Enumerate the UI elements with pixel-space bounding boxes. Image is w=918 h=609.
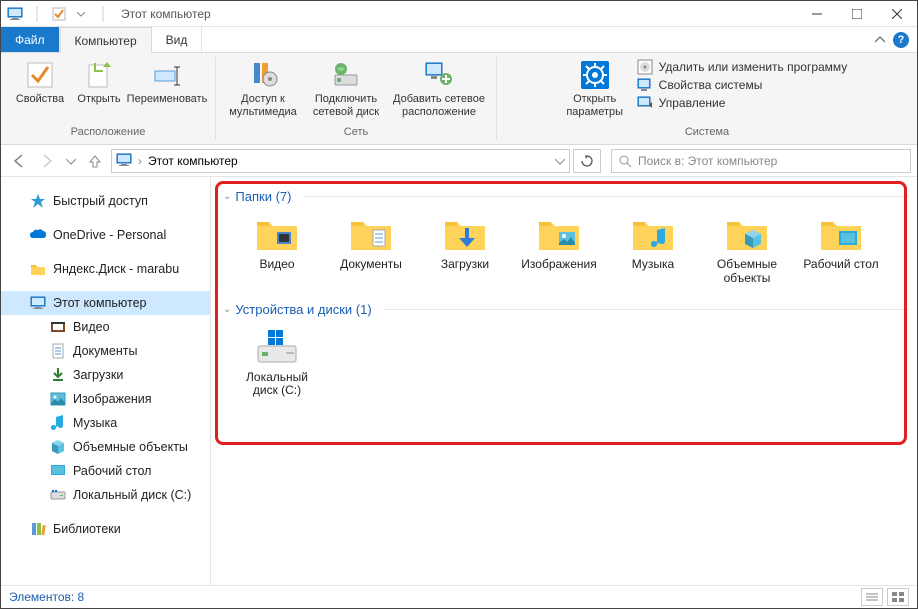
folder-documents[interactable]: Документы xyxy=(333,212,409,286)
navigation-pane: Быстрый доступ OneDrive - Personal Яндек… xyxy=(1,177,211,585)
status-item-count: Элементов: 8 xyxy=(9,590,84,604)
folder-3d-objects[interactable]: Объемные объекты xyxy=(709,212,785,286)
folder-icon xyxy=(29,260,47,278)
download-icon xyxy=(49,366,67,384)
close-button[interactable] xyxy=(877,1,917,27)
system-sublist: Удалить или изменить программу Свойства … xyxy=(631,57,854,113)
devices-grid: Локальный диск (C:) xyxy=(219,325,909,399)
nav-music[interactable]: Музыка xyxy=(1,411,210,435)
libraries-icon xyxy=(29,520,47,538)
status-bar: Элементов: 8 xyxy=(1,585,917,608)
chevron-down-icon: ⌄ xyxy=(223,304,231,315)
map-drive-button[interactable]: Подключить сетевой диск xyxy=(304,57,388,120)
media-access-button[interactable]: Доступ к мультимедиа xyxy=(224,57,302,120)
nav-quick-access[interactable]: Быстрый доступ xyxy=(1,189,210,213)
video-icon xyxy=(49,318,67,336)
local-disk-c[interactable]: Локальный диск (C:) xyxy=(239,325,315,399)
nav-downloads[interactable]: Загрузки xyxy=(1,363,210,387)
nav-back-button[interactable] xyxy=(7,149,31,173)
chevron-down-icon: ⌄ xyxy=(223,191,231,202)
body: Быстрый доступ OneDrive - Personal Яндек… xyxy=(1,177,917,585)
drive-icon xyxy=(49,486,67,504)
refresh-button[interactable] xyxy=(573,149,601,173)
system-properties-button[interactable]: Свойства системы xyxy=(637,77,848,93)
open-button[interactable]: Открыть xyxy=(73,57,125,108)
search-icon xyxy=(618,154,632,168)
minimize-button[interactable] xyxy=(797,1,837,27)
quick-access-toolbar xyxy=(1,4,113,24)
manage-button[interactable]: Управление xyxy=(637,95,848,111)
pc-icon-small xyxy=(116,153,132,169)
onedrive-icon xyxy=(29,226,47,244)
tab-view[interactable]: Вид xyxy=(152,27,203,52)
qat-separator xyxy=(27,4,47,24)
desktop-icon xyxy=(49,462,67,480)
ribbon-group-location: Свойства Открыть Переименовать Расположе… xyxy=(1,57,216,140)
properties-button[interactable]: Свойства xyxy=(9,57,71,108)
nav-this-pc[interactable]: Этот компьютер xyxy=(1,291,210,315)
nav-local-disk[interactable]: Локальный диск (C:) xyxy=(1,483,210,507)
nav-recent-dropdown[interactable] xyxy=(63,149,79,173)
nav-documents[interactable]: Документы xyxy=(1,339,210,363)
ribbon-collapse-icon[interactable] xyxy=(875,35,885,45)
content-pane: ⌄ Папки (7) Видео Документы Загрузки xyxy=(211,177,917,585)
window-title: Этот компьютер xyxy=(121,7,211,21)
help-icon[interactable]: ? xyxy=(893,32,909,48)
nav-up-button[interactable] xyxy=(83,149,107,173)
nav-libraries[interactable]: Библиотеки xyxy=(1,517,210,541)
picture-icon xyxy=(49,390,67,408)
section-header-folders[interactable]: ⌄ Папки (7) xyxy=(223,189,909,204)
folder-downloads[interactable]: Загрузки xyxy=(427,212,503,286)
uninstall-program-button[interactable]: Удалить или изменить программу xyxy=(637,59,848,75)
nav-forward-button[interactable] xyxy=(35,149,59,173)
tab-file[interactable]: Файл xyxy=(1,27,60,52)
view-details-button[interactable] xyxy=(861,588,883,606)
search-placeholder: Поиск в: Этот компьютер xyxy=(638,154,777,168)
address-bar: › Этот компьютер Поиск в: Этот компьютер xyxy=(1,145,917,177)
titlebar: Этот компьютер xyxy=(1,1,917,27)
view-icons-button[interactable] xyxy=(887,588,909,606)
window-controls xyxy=(797,1,917,27)
folder-pictures[interactable]: Изображения xyxy=(521,212,597,286)
maximize-button[interactable] xyxy=(837,1,877,27)
nav-yandex-disk[interactable]: Яндекс.Диск - marabu xyxy=(1,257,210,281)
address-input[interactable]: › Этот компьютер xyxy=(111,149,570,173)
document-icon xyxy=(49,342,67,360)
cube-icon xyxy=(49,438,67,456)
open-settings-button[interactable]: Открыть параметры xyxy=(561,57,629,120)
nav-onedrive[interactable]: OneDrive - Personal xyxy=(1,223,210,247)
add-network-location-button[interactable]: Добавить сетевое расположение xyxy=(390,57,488,120)
folder-videos[interactable]: Видео xyxy=(239,212,315,286)
nav-pictures[interactable]: Изображения xyxy=(1,387,210,411)
folder-music[interactable]: Музыка xyxy=(615,212,691,286)
address-path[interactable]: Этот компьютер xyxy=(148,154,238,168)
pc-icon xyxy=(5,4,25,24)
section-header-devices[interactable]: ⌄ Устройства и диски (1) xyxy=(223,302,909,317)
pc-icon xyxy=(29,294,47,312)
address-dropdown-icon[interactable] xyxy=(555,156,565,166)
explorer-window: Этот компьютер Файл Компьютер Вид ? Свой… xyxy=(0,0,918,609)
properties-qat-icon[interactable] xyxy=(49,4,69,24)
breadcrumb-sep[interactable]: › xyxy=(138,154,142,168)
qat-separator-2 xyxy=(93,4,113,24)
folders-grid: Видео Документы Загрузки Изображения Муз… xyxy=(219,212,909,286)
ribbon-group-network: Доступ к мультимедиа Подключить сетевой … xyxy=(216,57,497,140)
nav-desktop[interactable]: Рабочий стол xyxy=(1,459,210,483)
ribbon: Свойства Открыть Переименовать Расположе… xyxy=(1,53,917,145)
search-input[interactable]: Поиск в: Этот компьютер xyxy=(611,149,911,173)
nav-3d-objects[interactable]: Объемные объекты xyxy=(1,435,210,459)
music-icon xyxy=(49,414,67,432)
qat-dropdown-icon[interactable] xyxy=(71,4,91,24)
folder-desktop[interactable]: Рабочий стол xyxy=(803,212,879,286)
nav-videos[interactable]: Видео xyxy=(1,315,210,339)
star-icon xyxy=(29,192,47,210)
rename-button[interactable]: Переименовать xyxy=(127,57,207,108)
ribbon-group-system: Открыть параметры Удалить или изменить п… xyxy=(497,57,917,140)
tab-computer[interactable]: Компьютер xyxy=(60,27,152,53)
ribbon-tabs: Файл Компьютер Вид ? xyxy=(1,27,917,53)
